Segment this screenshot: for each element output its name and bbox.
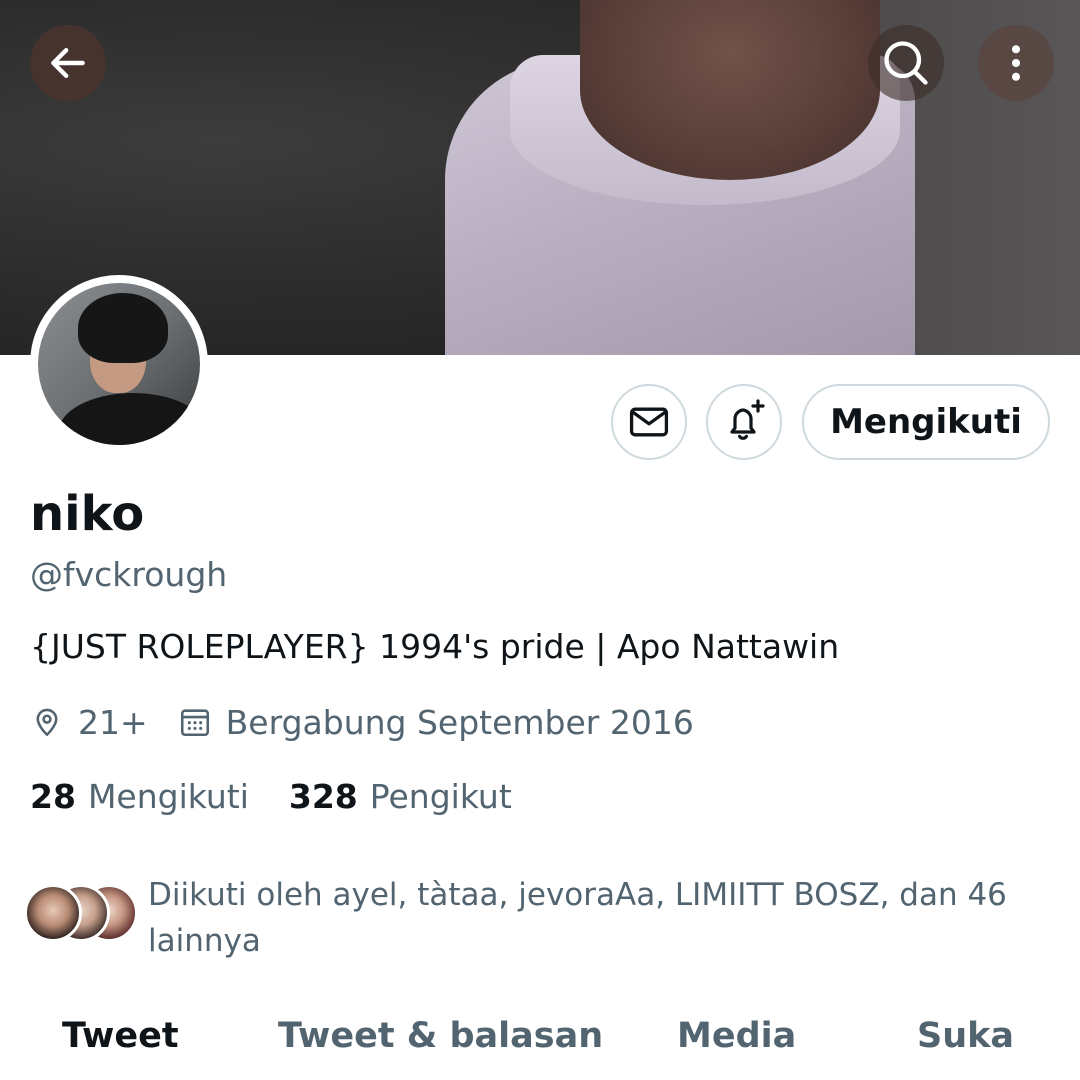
followers-count: 328 (288, 777, 358, 816)
notifications-button[interactable] (706, 384, 782, 460)
envelope-icon (629, 407, 669, 437)
join-date-text: Bergabung September 2016 (225, 702, 694, 742)
display-name: niko (30, 486, 145, 542)
following-count: 28 (30, 777, 76, 816)
mutual-follower-avatars (24, 884, 138, 944)
avatar[interactable] (30, 275, 208, 453)
follow-stats: 28 Mengikuti 328 Pengikut (30, 777, 552, 816)
search-icon (884, 41, 928, 85)
followed-by-section[interactable]: Diikuti oleh ayel, tàtaa, jevoraAa, LIMI… (24, 872, 1054, 962)
more-options-button[interactable] (978, 25, 1054, 101)
followers-stat[interactable]: 328 Pengikut (289, 777, 512, 816)
avatar-hair (78, 293, 168, 363)
profile-tabs: Tweet Tweet & balasan Media Suka (0, 1000, 1080, 1080)
location-pin-icon (30, 705, 64, 739)
avatar-jacket (58, 393, 200, 445)
location-text: 21+ (78, 702, 148, 742)
calendar-icon (178, 705, 212, 739)
more-vertical-icon (1011, 45, 1021, 81)
message-button[interactable] (611, 384, 687, 460)
arrow-left-icon (51, 47, 85, 79)
profile-bio: {JUST ROLEPLAYER} 1994's pride | Apo Nat… (30, 627, 840, 666)
username-handle: @fvckrough (30, 555, 228, 594)
profile-meta: 21+ Bergabung September 2016 (30, 700, 694, 744)
tab-tweets[interactable]: Tweet (62, 1016, 179, 1056)
back-button[interactable] (30, 25, 106, 101)
tab-media[interactable]: Media (677, 1016, 796, 1056)
mutual-avatar (24, 884, 82, 942)
following-button[interactable]: Mengikuti (802, 384, 1050, 460)
avatar-image (38, 283, 200, 445)
tab-tweets-replies[interactable]: Tweet & balasan (278, 1016, 603, 1056)
following-label: Mengikuti (87, 777, 249, 816)
following-stat[interactable]: 28 Mengikuti (30, 777, 249, 816)
search-button[interactable] (868, 25, 944, 101)
banner-neck (580, 0, 880, 180)
followed-by-text: Diikuti oleh ayel, tàtaa, jevoraAa, LIMI… (148, 877, 1007, 959)
bell-plus-icon (730, 399, 765, 440)
tab-likes[interactable]: Suka (917, 1016, 1014, 1056)
followers-label: Pengikut (369, 777, 512, 816)
